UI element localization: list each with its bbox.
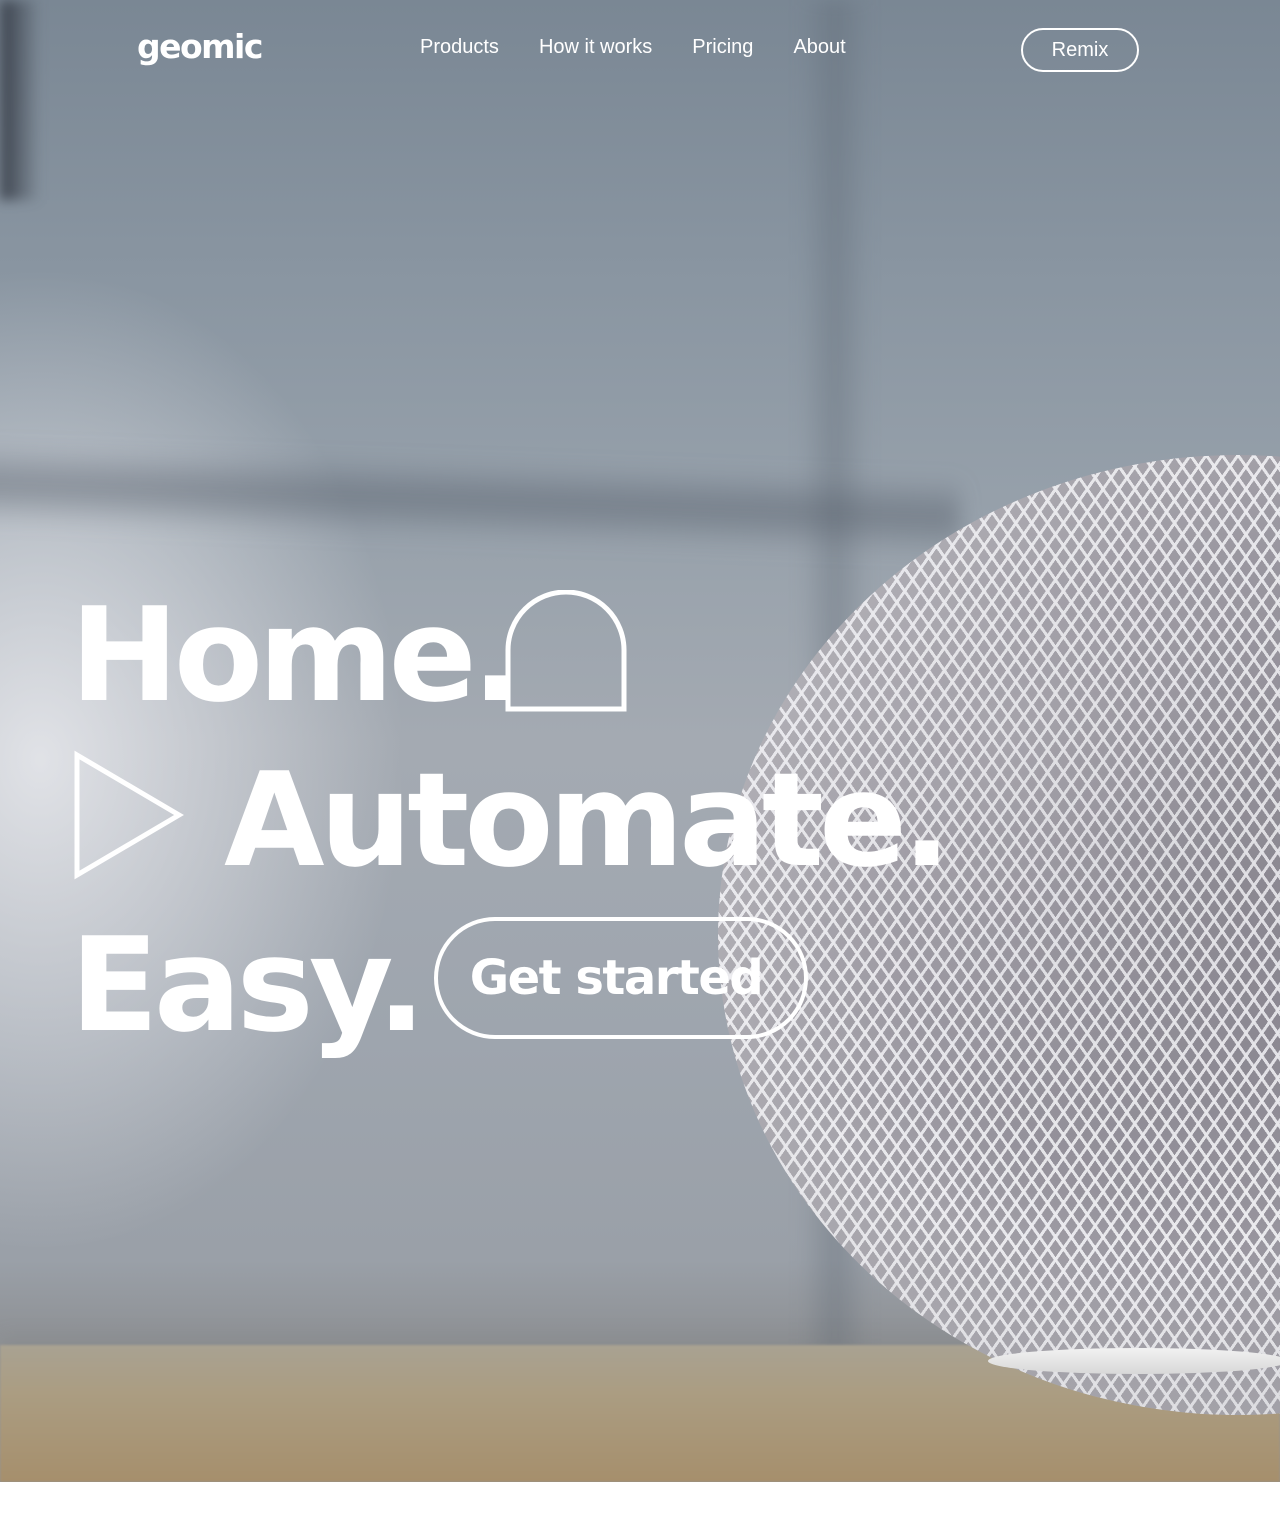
headline-automate: Automate. [224, 744, 951, 896]
nav-link-products[interactable]: Products [420, 36, 499, 59]
nav-link-about[interactable]: About [793, 36, 845, 59]
brand-logo[interactable]: geomic [137, 27, 263, 66]
hero-section: geomic Products How it works Pricing Abo… [0, 0, 1280, 1482]
arch-icon [505, 590, 627, 712]
remix-button[interactable]: Remix [1021, 28, 1139, 72]
headline-easy: Easy. [70, 909, 426, 1061]
nav-link-pricing[interactable]: Pricing [692, 36, 753, 59]
top-navigation: geomic Products How it works Pricing Abo… [0, 0, 1280, 100]
nav-links: Products How it works Pricing About [420, 36, 846, 59]
get-started-button[interactable]: Get started [434, 917, 808, 1039]
play-triangle-icon [74, 750, 184, 880]
nav-link-how-it-works[interactable]: How it works [539, 36, 652, 59]
headline-home: Home. [70, 579, 521, 731]
speaker-base [988, 1348, 1280, 1374]
below-fold-section [0, 1482, 1280, 1536]
